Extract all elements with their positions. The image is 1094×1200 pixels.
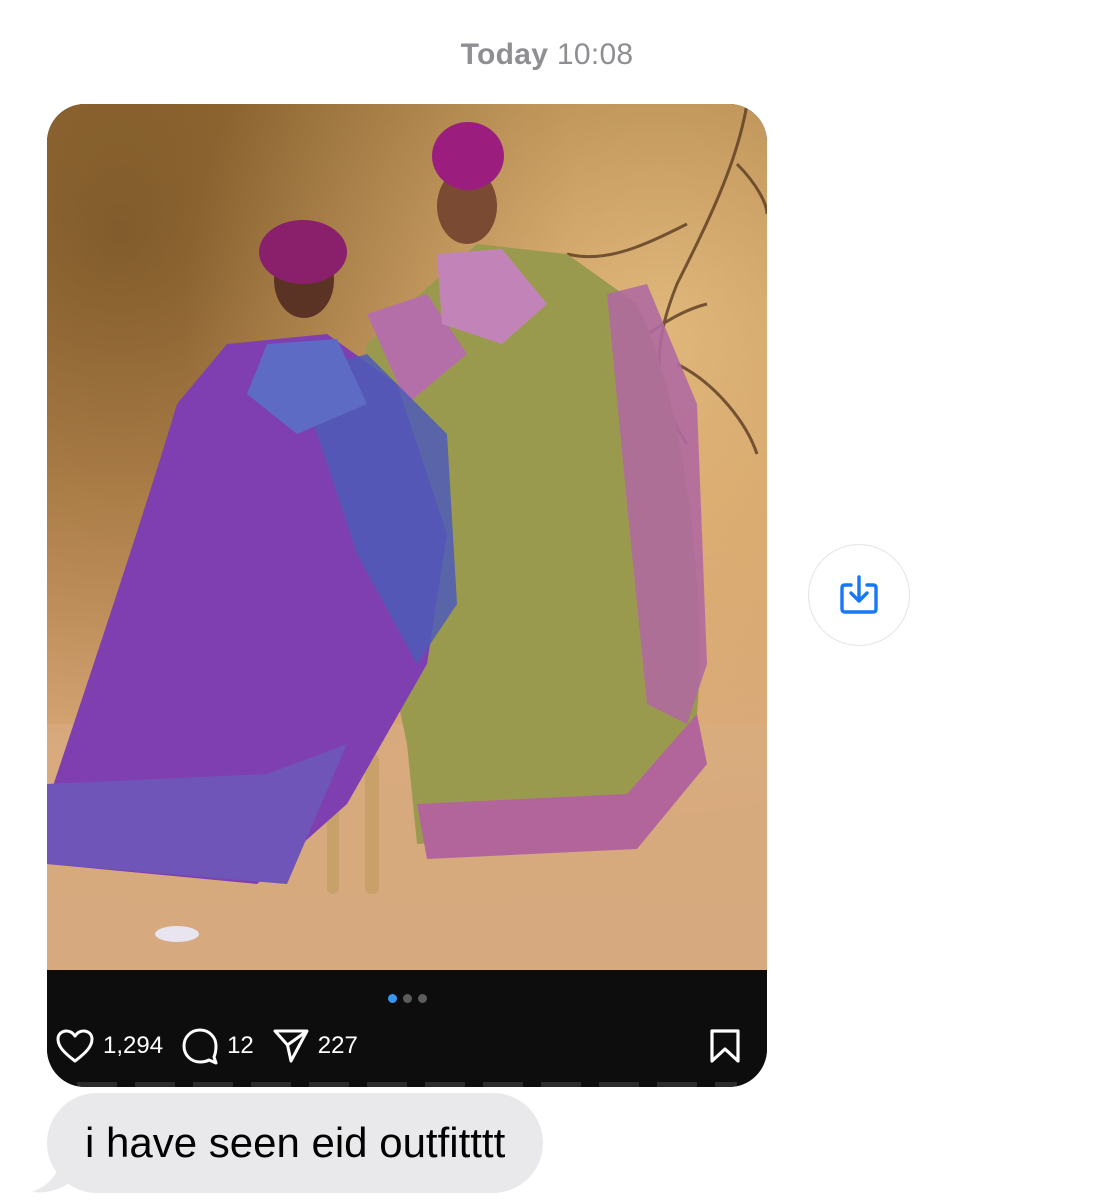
bookmark-button[interactable] [709,1028,741,1069]
caption-preview [77,1082,737,1087]
received-message-bubble[interactable]: i have seen eid outfitttt [47,1093,544,1193]
message-timestamp: Today 10:08 [0,38,1094,72]
download-arrow-icon [840,575,878,614]
carousel-indicator [47,994,767,1003]
like-count: 1,294 [103,1032,164,1059]
like-button[interactable]: 1,294 [55,1028,163,1064]
post-image-illustration [47,104,767,970]
share-button[interactable]: 227 [272,1028,358,1064]
save-media-button[interactable] [808,544,910,646]
timestamp-day: Today [460,38,549,71]
shared-post-card[interactable]: 1,294 12 227 [47,104,767,1087]
post-action-bar: 1,294 12 227 [47,970,767,1087]
comment-count: 12 [227,1032,254,1059]
carousel-dot [402,994,412,1003]
carousel-dot-active [387,994,397,1003]
carousel-dot [417,994,427,1003]
engagement-actions: 1,294 12 227 [55,1026,376,1066]
comment-button[interactable]: 12 [181,1027,254,1065]
comment-bubble-icon [182,1028,218,1065]
timestamp-time: 10:08 [556,38,634,71]
bookmark-icon [710,1029,740,1063]
message-text: i have seen eid outfitttt [85,1119,506,1166]
post-image[interactable] [47,104,767,970]
chat-thread: Today 10:08 1,294 12 227 i have seen eid… [0,0,1094,1200]
share-count: 227 [317,1032,358,1059]
heart-icon [56,1029,94,1063]
paper-plane-icon [273,1029,309,1063]
